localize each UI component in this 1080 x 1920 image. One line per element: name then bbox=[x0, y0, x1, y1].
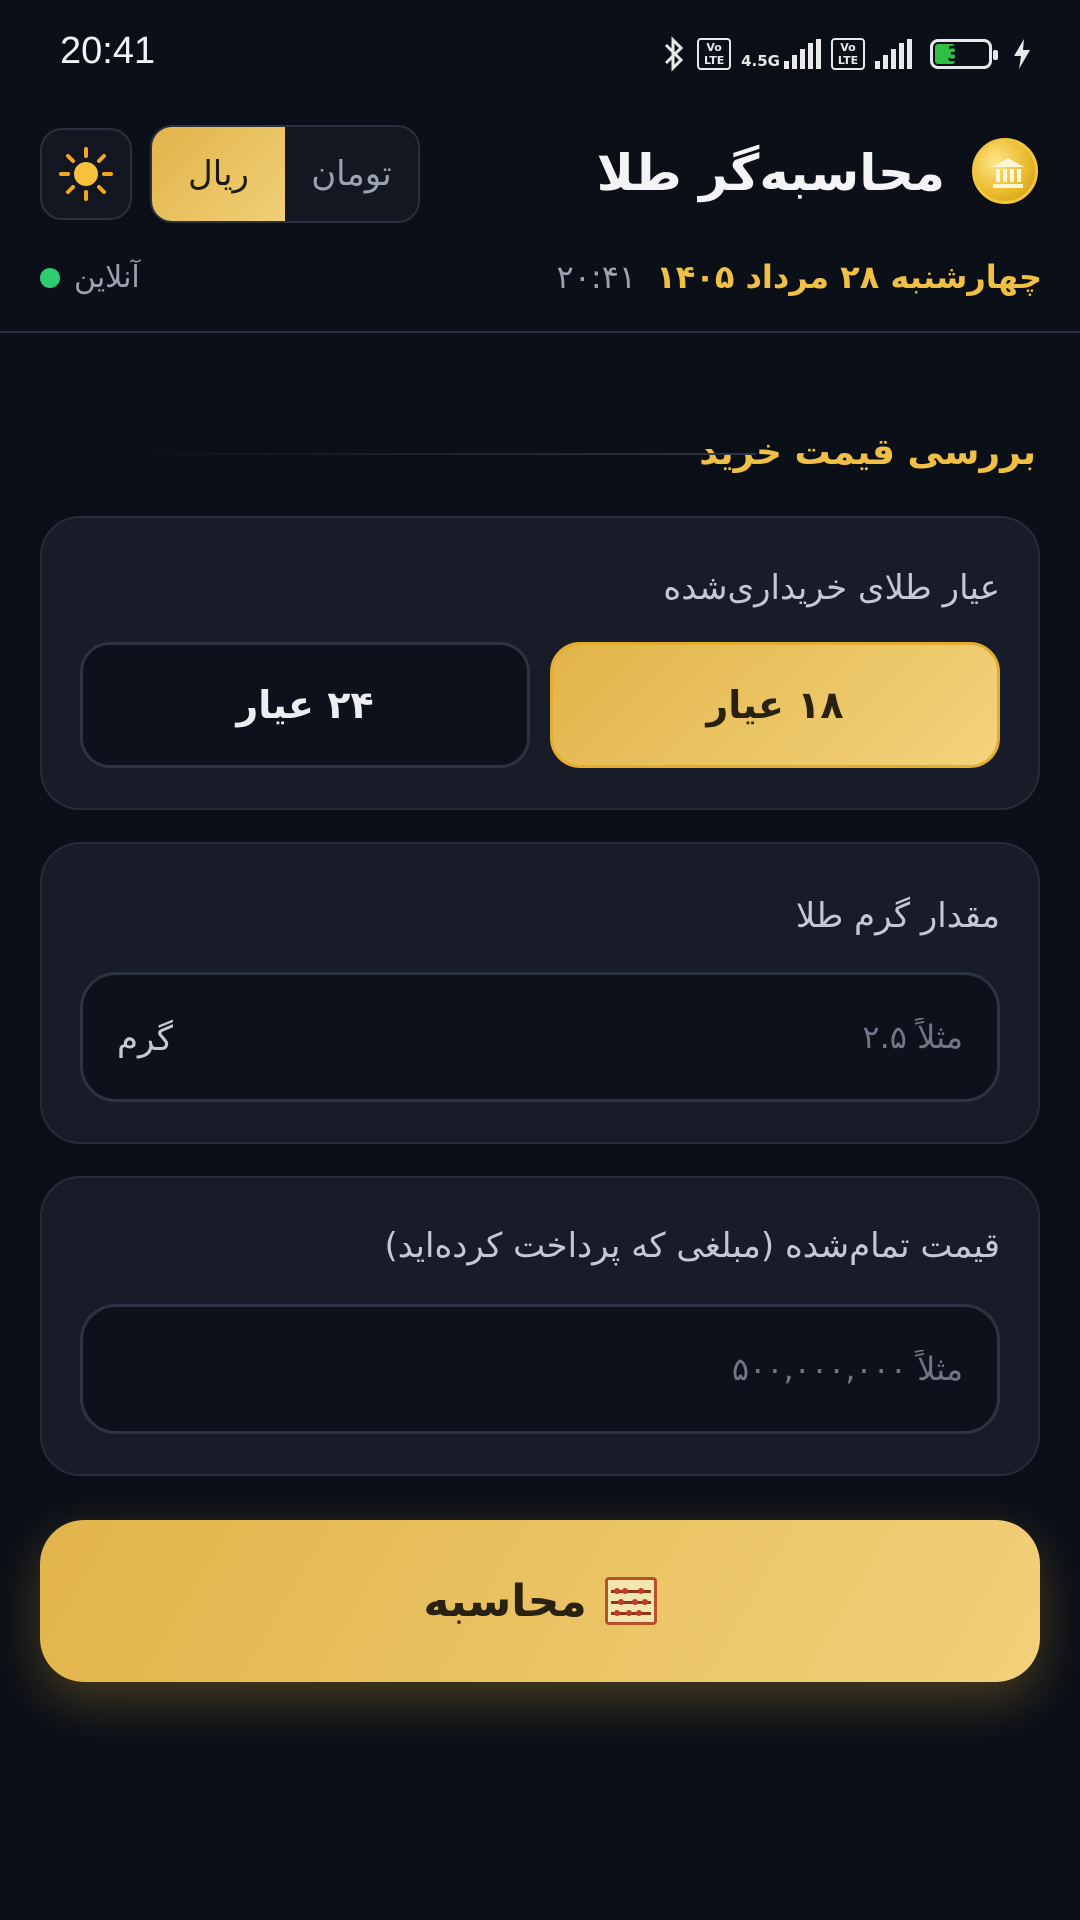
status-bar: 20:41 Vo LTE 4.5G Vo LTE 35 bbox=[0, 0, 1080, 110]
online-status: آنلاین bbox=[40, 260, 140, 295]
karat-24-button[interactable]: ۲۴ عیار bbox=[80, 642, 530, 768]
online-status-label: آنلاین bbox=[74, 260, 140, 295]
price-input[interactable] bbox=[83, 1307, 997, 1431]
charging-icon bbox=[1014, 39, 1030, 69]
price-field bbox=[80, 1304, 1000, 1434]
current-date: چهارشنبه ۲۸ مرداد ۱۴۰۵ bbox=[656, 258, 1042, 296]
battery-level: 35 bbox=[947, 42, 975, 66]
header-divider bbox=[0, 331, 1080, 333]
network-signal-1: 4.5G bbox=[741, 39, 821, 69]
weight-unit: گرم bbox=[117, 1019, 173, 1059]
weight-field: گرم bbox=[80, 972, 1000, 1102]
weight-card: مقدار گرم طلا گرم bbox=[40, 842, 1040, 1144]
status-time: 20:41 bbox=[60, 30, 156, 72]
app-title: محاسبه‌گر طلا bbox=[596, 144, 945, 202]
online-dot-icon bbox=[40, 267, 60, 288]
abacus-icon bbox=[604, 1577, 657, 1625]
theme-toggle-button[interactable] bbox=[40, 128, 132, 220]
currency-toggle: ریال تومان bbox=[150, 125, 420, 223]
battery-icon: 35 bbox=[930, 39, 998, 69]
app-header: محاسبه‌گر طلا ریال تومان چهارشنبه ۲۸ مرد… bbox=[0, 110, 1080, 333]
sun-icon bbox=[59, 147, 113, 201]
current-time: ۲۰:۴۱ bbox=[556, 258, 637, 296]
calculate-button[interactable]: محاسبه bbox=[40, 1520, 1040, 1682]
gold-coin-icon bbox=[972, 138, 1038, 204]
karat-18-button[interactable]: ۱۸ عیار bbox=[550, 642, 1000, 768]
status-icons: Vo LTE 4.5G Vo LTE 35 bbox=[661, 32, 1032, 76]
karat-label: عیار طلای خریداری‌شده bbox=[663, 568, 1000, 608]
network-type-label: 4.5G bbox=[741, 52, 780, 70]
weight-input[interactable] bbox=[83, 975, 997, 1099]
bluetooth-icon bbox=[665, 36, 684, 72]
signal-icon bbox=[784, 39, 821, 69]
weight-label: مقدار گرم طلا bbox=[795, 896, 1000, 936]
volte-icon: Vo LTE bbox=[697, 38, 732, 70]
price-label: قیمت تمام‌شده (مبلغی که پرداخت کرده‌اید) bbox=[384, 1226, 1000, 1266]
karat-card: عیار طلای خریداری‌شده ۱۸ عیار ۲۴ عیار bbox=[40, 516, 1040, 810]
section-divider bbox=[110, 453, 756, 455]
signal-icon-2 bbox=[875, 39, 912, 69]
currency-option-toman[interactable]: تومان bbox=[285, 127, 418, 221]
date-time-line: چهارشنبه ۲۸ مرداد ۱۴۰۵ ۲۰:۴۱ bbox=[557, 258, 1042, 296]
calculate-label: محاسبه bbox=[423, 1575, 587, 1627]
currency-option-rial[interactable]: ریال bbox=[152, 127, 285, 221]
volte-icon-2: Vo LTE bbox=[831, 38, 865, 70]
price-card: قیمت تمام‌شده (مبلغی که پرداخت کرده‌اید) bbox=[40, 1176, 1040, 1476]
